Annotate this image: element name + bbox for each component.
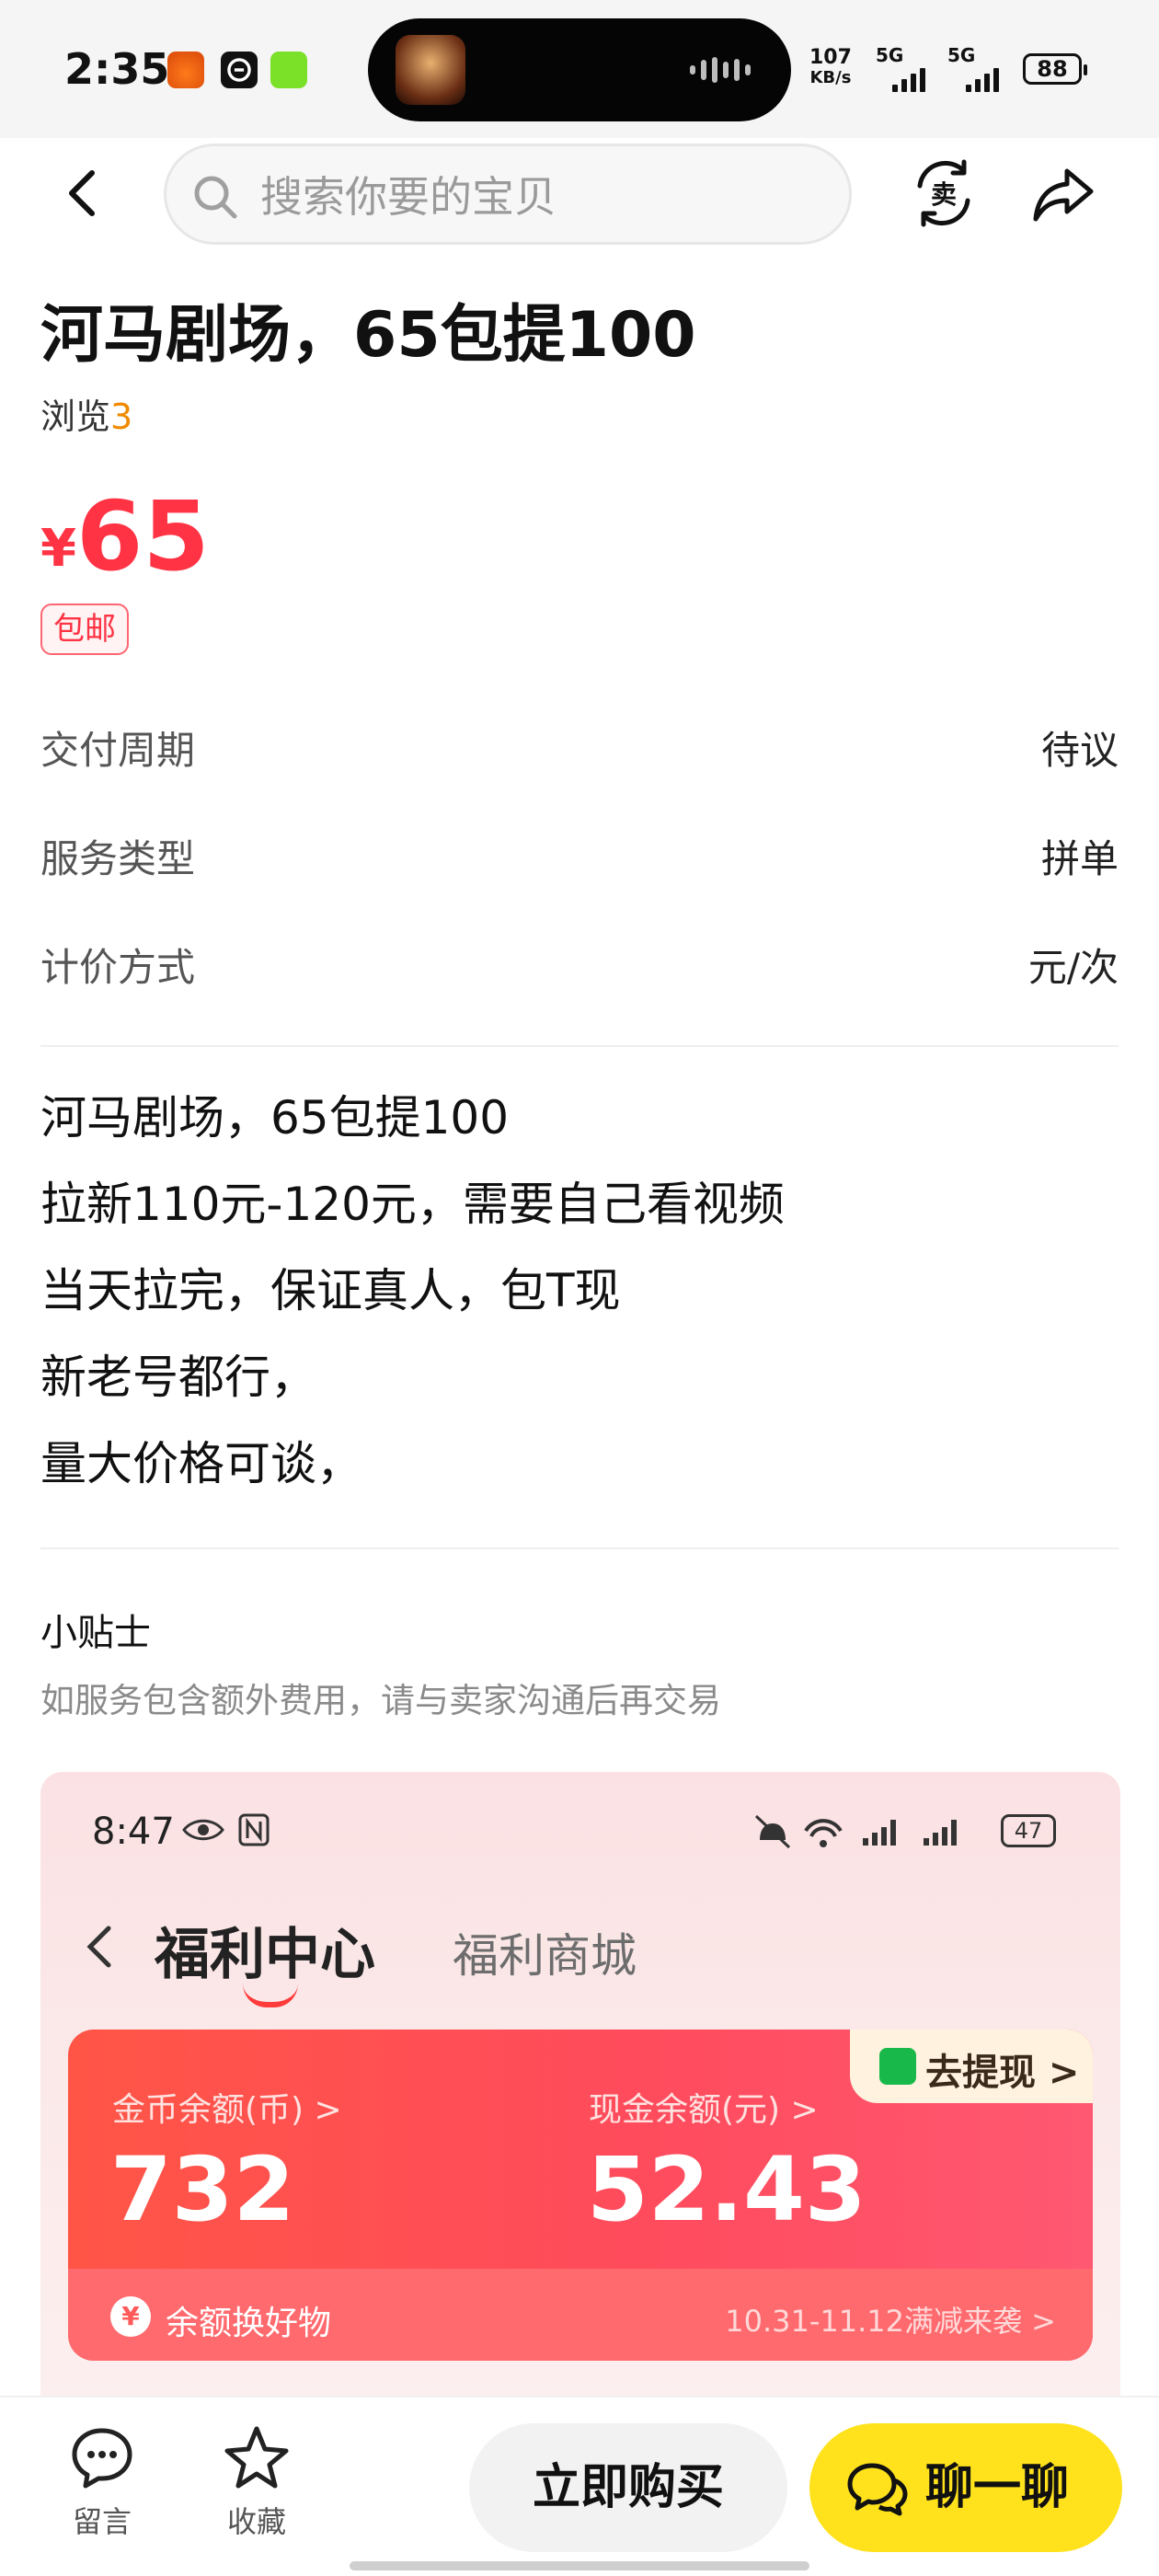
search-input[interactable]: 搜索你要的宝贝	[164, 144, 852, 245]
coin-balance-label: 金币余额(币) >	[112, 2091, 342, 2129]
description-line: 河马剧场，65包提100	[40, 1091, 510, 1144]
home-indicator[interactable]	[350, 2561, 809, 2570]
image-battery: 47	[1001, 1814, 1056, 1847]
chat-icon	[847, 2463, 908, 2516]
wechat-icon	[879, 2048, 916, 2085]
search-icon	[194, 176, 237, 219]
balance-card: 去提现 > 金币余额(币) > 732 现金余额(元) > 52.43 ¥ 余额…	[68, 2030, 1093, 2361]
description-line: 新老号都行，	[40, 1351, 316, 1404]
share-icon[interactable]	[1028, 158, 1098, 228]
description-line: 量大价格可谈，	[40, 1437, 362, 1490]
divider	[40, 1547, 1119, 1549]
item-title: 河马剧场，65包提100	[40, 299, 696, 372]
favorite-button[interactable]: 收藏	[206, 2423, 307, 2541]
attribute-row: 计价方式 元/次	[40, 945, 1119, 990]
browser-app-icon	[221, 52, 258, 88]
kook-app-icon	[270, 52, 307, 88]
buy-now-button[interactable]: 立即购买	[469, 2423, 787, 2552]
free-shipping-badge: 包邮	[40, 604, 129, 655]
dynamic-island	[368, 18, 791, 121]
status-time: 2:35	[64, 44, 170, 94]
message-button[interactable]: 留言	[52, 2423, 153, 2541]
view-count: 浏览3	[40, 397, 133, 437]
pumpkin-app-icon	[167, 52, 204, 88]
description-line: 当天拉完，保证真人，包T现	[40, 1264, 621, 1317]
status-bar: 2:35 107 KB/s 5G 5G 88	[0, 0, 1159, 138]
active-tab-indicator	[243, 1984, 298, 2007]
tips-text: 如服务包含额外费用，请与卖家沟通后再交易	[40, 1681, 721, 1720]
exchange-goods-text: 余额换好物	[166, 2305, 332, 2342]
signal-bars-2-icon	[966, 63, 999, 92]
image-tab-welfare-mall: 福利商城	[453, 1929, 637, 1983]
attribute-row: 服务类型 拼单	[40, 836, 1119, 881]
item-description: 河马剧场，65包提100 拉新110元-120元，需要自己看视频 当天拉完，保证…	[40, 1075, 785, 1507]
cash-balance-value: 52.43	[587, 2138, 866, 2241]
divider	[40, 1045, 1119, 1047]
withdraw-button: 去提现 >	[850, 2030, 1093, 2103]
nfc-icon	[238, 1813, 270, 1846]
star-icon	[224, 2426, 289, 2489]
message-icon	[72, 2428, 132, 2489]
signal-bars-1-icon	[892, 63, 925, 92]
eye-icon	[182, 1819, 224, 1841]
item-price: ¥65	[40, 480, 210, 592]
back-icon[interactable]	[55, 166, 110, 221]
image-tab-welfare-center: 福利中心	[155, 1923, 375, 1987]
coin-balance-value: 732	[110, 2138, 295, 2241]
tips-title: 小贴士	[40, 1612, 151, 1654]
description-line: 拉新110元-120元，需要自己看视频	[40, 1178, 785, 1231]
chat-button[interactable]: 聊一聊	[809, 2423, 1122, 2552]
item-image[interactable]: 8:47 47 福利中心 福利商城 去提现 > 金币余额(币) > 732 现金…	[40, 1772, 1120, 2407]
image-status-time: 8:47	[92, 1811, 175, 1853]
balance-card-footer: ¥ 余额换好物 10.31-11.12满减来袭 >	[68, 2269, 1093, 2361]
svg-text:卖: 卖	[931, 179, 957, 210]
network-speed: 107 KB/s	[809, 46, 852, 88]
chevron-left-icon	[86, 1926, 111, 1968]
search-placeholder: 搜索你要的宝贝	[260, 172, 557, 222]
sell-icon[interactable]: 卖	[911, 155, 977, 232]
now-playing-thumbnail	[396, 35, 465, 105]
yen-icon: ¥	[110, 2296, 151, 2337]
battery-indicator: 88	[1023, 53, 1087, 85]
promo-text: 10.31-11.12满减来袭 >	[725, 2304, 1056, 2339]
audio-wave-icon	[690, 57, 751, 83]
cash-balance-label: 现金余额(元) >	[589, 2091, 819, 2129]
attribute-row: 交付周期 待议	[40, 728, 1119, 773]
bottom-action-bar: 留言 收藏 立即购买 聊一聊	[0, 2396, 1159, 2576]
